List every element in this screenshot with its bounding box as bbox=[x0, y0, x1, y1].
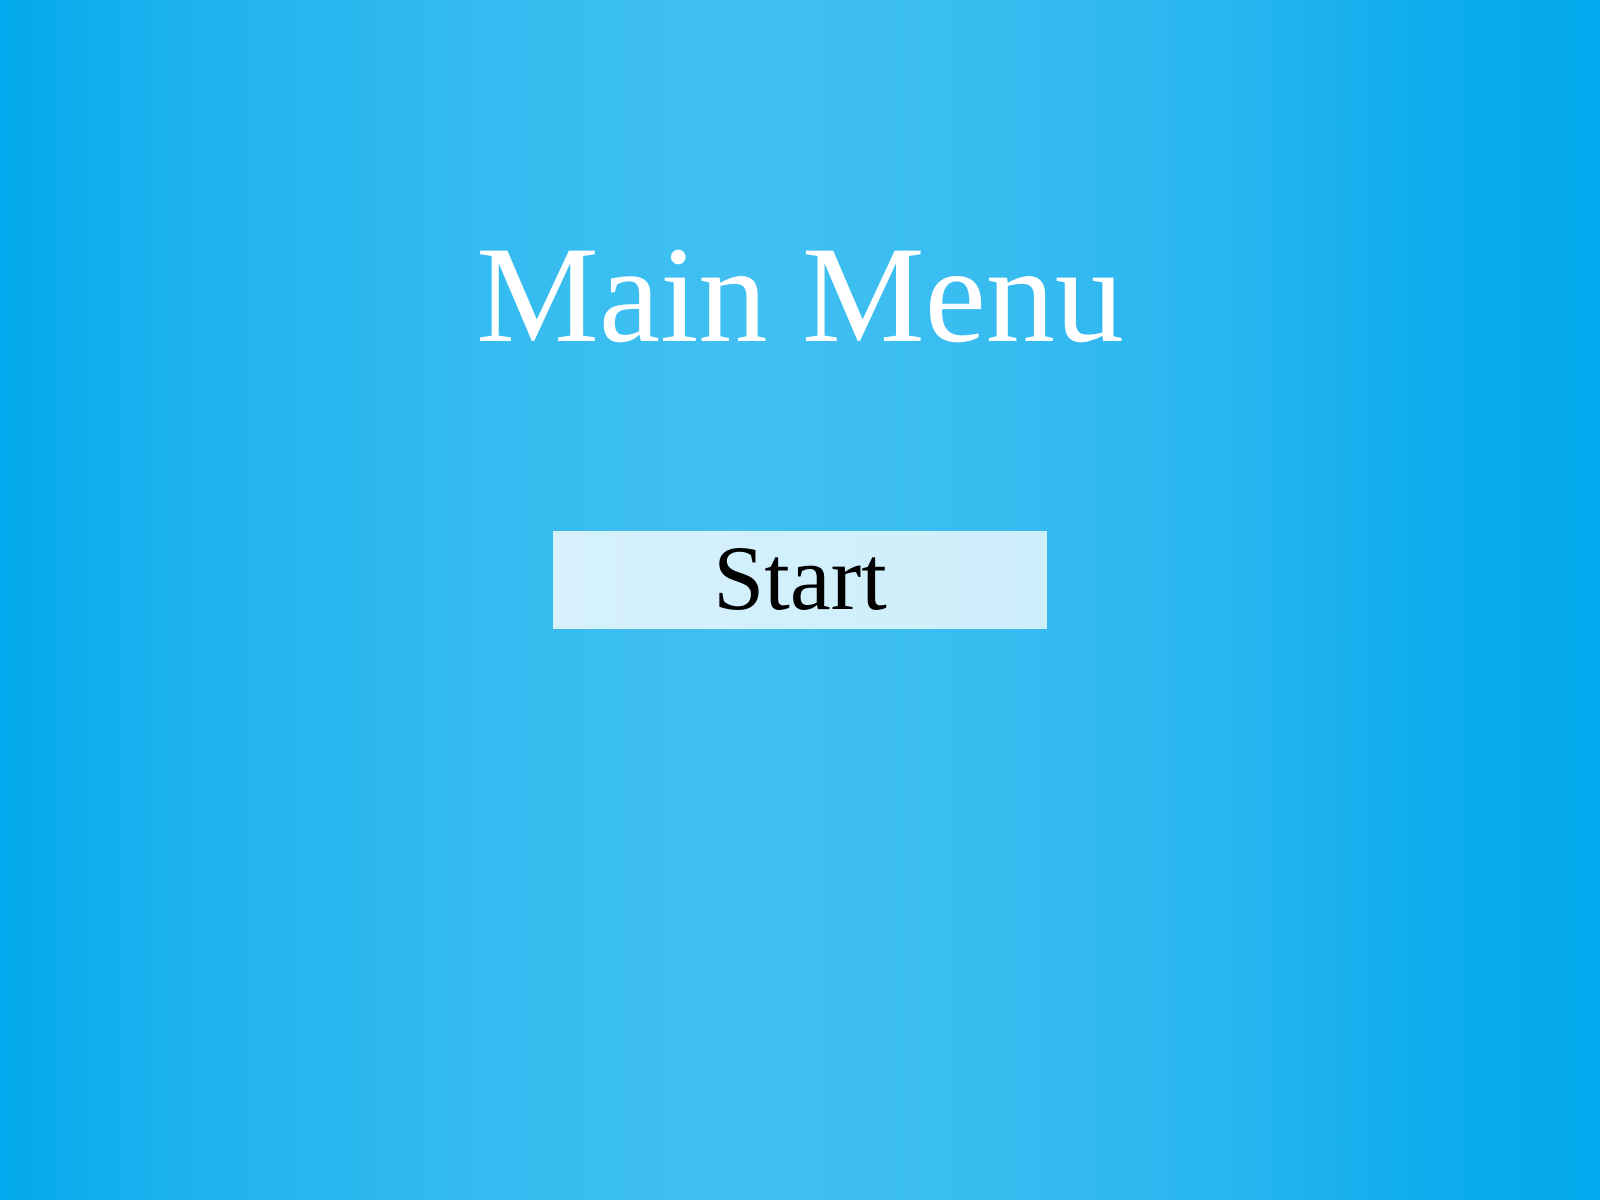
start-button[interactable]: Start bbox=[553, 527, 1047, 629]
main-menu-screen: Main Menu Start bbox=[0, 0, 1600, 1200]
main-menu-title: Main Menu bbox=[476, 218, 1124, 371]
start-button-label: Start bbox=[713, 527, 887, 629]
